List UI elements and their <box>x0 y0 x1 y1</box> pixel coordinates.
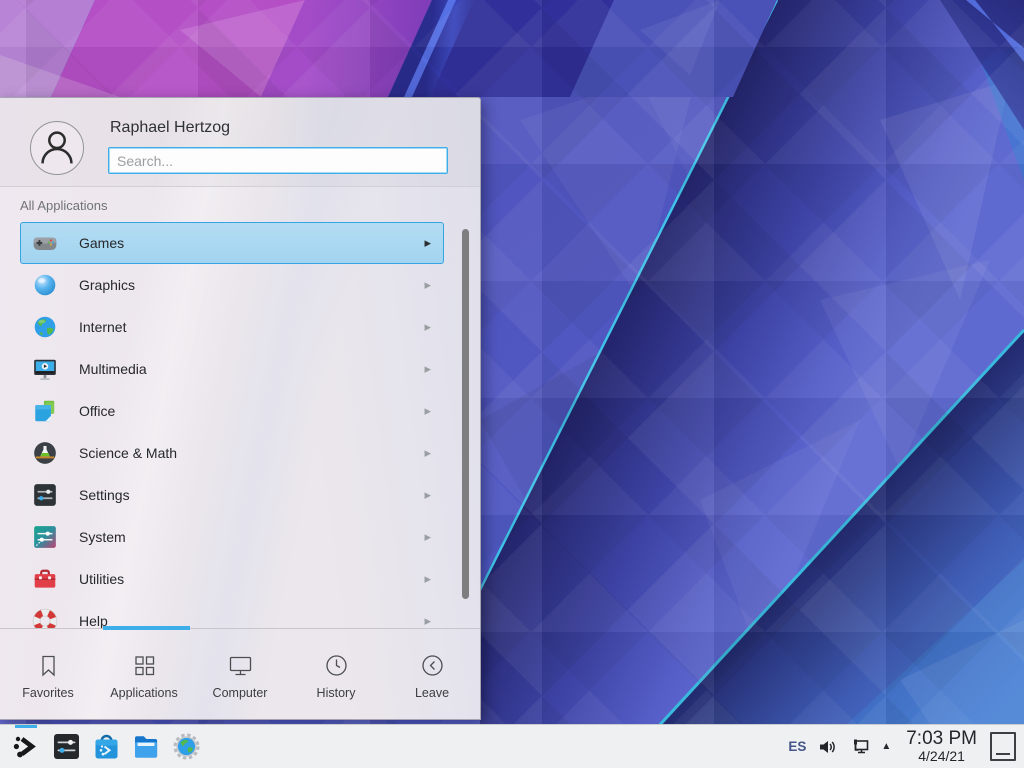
gamepad-icon <box>31 229 59 257</box>
computer-icon <box>227 652 254 679</box>
tab-label: Applications <box>110 686 177 700</box>
digital-clock[interactable]: 7:03 PM 4/24/21 <box>902 729 981 763</box>
file-manager-icon <box>131 731 162 762</box>
launcher-tabbar: Favorites Applications Computer History <box>0 632 480 720</box>
discover-launcher[interactable] <box>86 725 126 768</box>
category-label: System <box>79 529 126 545</box>
submenu-arrow-icon: ▸ <box>424 235 431 251</box>
volume-icon[interactable] <box>817 736 839 758</box>
submenu-arrow-icon: ▸ <box>424 529 431 545</box>
leave-icon <box>419 652 446 679</box>
system-tray: ES ▲ 7:03 PM 4/24/21 <box>786 725 1024 768</box>
file-manager-launcher[interactable] <box>126 725 166 768</box>
category-label: Internet <box>79 319 126 335</box>
clock-time: 7:03 PM <box>906 729 977 749</box>
documents-icon <box>31 397 59 425</box>
category-row-settings[interactable]: Settings ▸ <box>20 474 444 516</box>
tab-label: History <box>317 686 356 700</box>
submenu-arrow-icon: ▸ <box>424 487 431 503</box>
tab-favorites[interactable]: Favorites <box>0 632 96 720</box>
tab-label: Leave <box>415 686 449 700</box>
user-avatar[interactable] <box>30 121 84 175</box>
application-category-list: Games ▸ Graphics ▸ <box>0 222 460 628</box>
category-label: Games <box>79 235 124 251</box>
grid-icon <box>131 652 158 679</box>
clock-date: 4/24/21 <box>906 749 977 764</box>
discover-icon <box>91 731 122 762</box>
tab-label: Favorites <box>22 686 73 700</box>
clock-icon <box>323 652 350 679</box>
application-launcher-popup: Raphael Hertzog All Applications Games ▸ <box>0 97 481 720</box>
show-desktop-button[interactable] <box>990 732 1016 761</box>
tab-leave[interactable]: Leave <box>384 632 480 720</box>
category-label: Science & Math <box>79 445 177 461</box>
category-row-science-math[interactable]: Science & Math ▸ <box>20 432 444 474</box>
tab-applications[interactable]: Applications <box>96 632 192 720</box>
system-settings-launcher[interactable] <box>46 725 86 768</box>
network-icon[interactable] <box>848 736 870 758</box>
list-scrollbar[interactable] <box>462 229 469 599</box>
sliders-icon <box>31 481 59 509</box>
desktop: Raphael Hertzog All Applications Games ▸ <box>0 0 1024 768</box>
toolbox-icon <box>31 565 59 593</box>
keyboard-layout-indicator[interactable]: ES <box>786 739 808 754</box>
tab-computer[interactable]: Computer <box>192 632 288 720</box>
monitor-play-icon <box>31 355 59 383</box>
taskbar-panel: ES ▲ 7:03 PM 4/24/21 <box>0 724 1024 768</box>
submenu-arrow-icon: ▸ <box>424 361 431 377</box>
tray-expander-icon[interactable]: ▲ <box>879 741 893 752</box>
category-label: Office <box>79 403 115 419</box>
kickoff-icon <box>11 731 42 762</box>
category-label: Graphics <box>79 277 135 293</box>
flask-icon <box>31 439 59 467</box>
submenu-arrow-icon: ▸ <box>424 319 431 335</box>
category-row-multimedia[interactable]: Multimedia ▸ <box>20 348 444 390</box>
submenu-arrow-icon: ▸ <box>424 613 431 628</box>
tabbar-separator <box>0 628 480 629</box>
tab-label: Computer <box>213 686 268 700</box>
category-row-system[interactable]: System ▸ <box>20 516 444 558</box>
category-row-internet[interactable]: Internet ▸ <box>20 306 444 348</box>
active-tab-indicator <box>103 626 190 630</box>
section-label: All Applications <box>20 198 107 213</box>
category-label: Utilities <box>79 571 124 587</box>
submenu-arrow-icon: ▸ <box>424 403 431 419</box>
category-row-games[interactable]: Games ▸ <box>20 222 444 264</box>
user-icon <box>31 122 83 174</box>
system-settings-icon <box>51 731 82 762</box>
category-row-help[interactable]: Help ▸ <box>20 600 444 628</box>
lifebuoy-icon <box>31 607 59 628</box>
launcher-header: Raphael Hertzog <box>0 98 480 187</box>
taskbar-launchers <box>0 725 206 768</box>
category-label: Settings <box>79 487 130 503</box>
submenu-arrow-icon: ▸ <box>424 445 431 461</box>
bookmark-icon <box>35 652 62 679</box>
globe-icon <box>31 313 59 341</box>
application-launcher-button[interactable] <box>6 725 46 768</box>
tab-history[interactable]: History <box>288 632 384 720</box>
category-label: Multimedia <box>79 361 147 377</box>
web-browser-icon <box>171 731 202 762</box>
system-sliders-icon <box>31 523 59 551</box>
search-input[interactable] <box>108 147 448 174</box>
category-row-graphics[interactable]: Graphics ▸ <box>20 264 444 306</box>
submenu-arrow-icon: ▸ <box>424 277 431 293</box>
submenu-arrow-icon: ▸ <box>424 571 431 587</box>
user-name: Raphael Hertzog <box>110 119 230 137</box>
web-browser-launcher[interactable] <box>166 725 206 768</box>
category-row-utilities[interactable]: Utilities ▸ <box>20 558 444 600</box>
sphere-icon <box>31 271 59 299</box>
category-row-office[interactable]: Office ▸ <box>20 390 444 432</box>
active-task-indicator <box>15 725 37 728</box>
